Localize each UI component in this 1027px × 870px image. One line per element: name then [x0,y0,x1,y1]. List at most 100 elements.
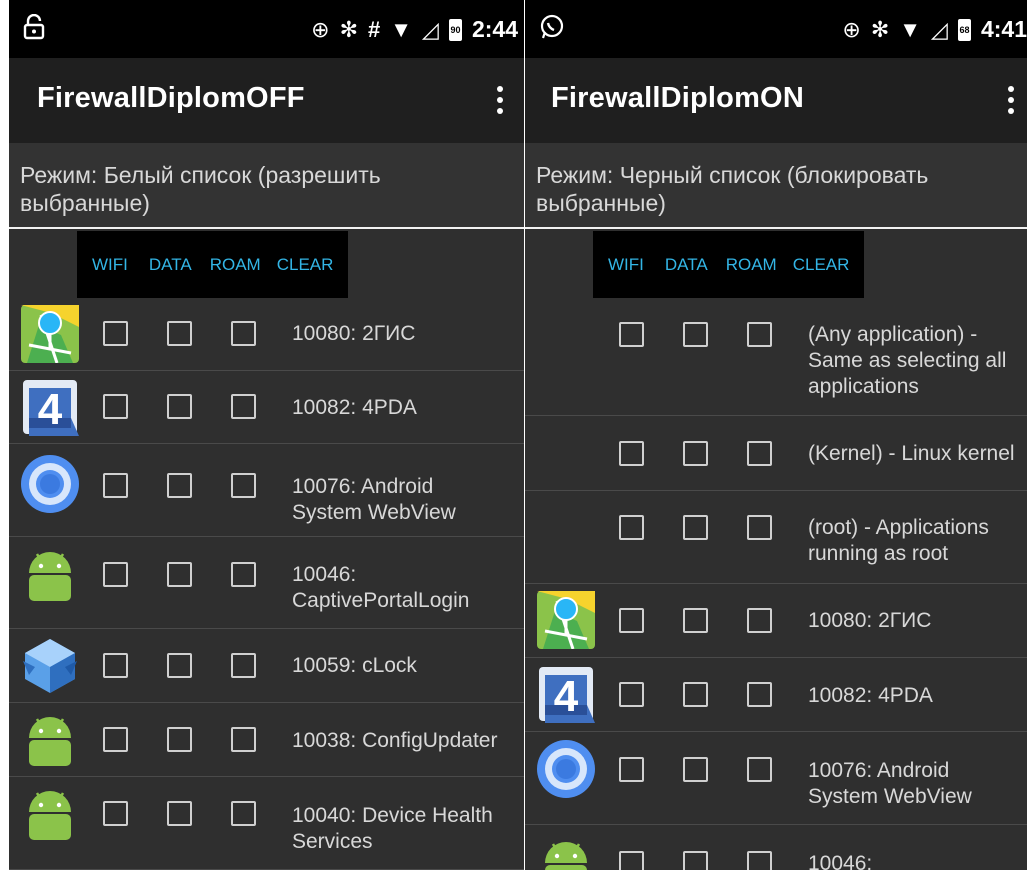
wifi-checkbox[interactable] [619,515,644,540]
wifi-checkbox[interactable] [619,441,644,466]
wifi-checkbox[interactable] [103,562,128,587]
column-wifi[interactable]: WIFI [608,255,644,275]
status-bar: ⊕ ✻ # ▼ ◿ 90 2:44 [9,0,524,58]
status-bar: ⊕ ✻ ▼ ◿ 68 4:41 [525,0,1027,58]
roam-checkbox[interactable] [231,653,256,678]
wifi-checkbox[interactable] [619,608,644,633]
app-row: 10076: Android System WebView [525,732,1027,825]
data-checkbox[interactable] [167,727,192,752]
data-checkbox[interactable] [167,394,192,419]
overflow-menu-icon[interactable] [494,82,506,114]
roam-checkbox[interactable] [231,801,256,826]
data-checkbox[interactable] [167,801,192,826]
android-icon [21,545,79,603]
column-header: WIFI DATA ROAM CLEAR [593,231,864,298]
app-label: (Any application) - Same as selecting al… [808,323,1007,398]
wifi-checkbox[interactable] [103,653,128,678]
app-row: 10046: CaptivePortalLogin [9,537,524,629]
svg-text:4: 4 [38,385,63,434]
clock-cube-icon [21,637,79,695]
data-checkbox[interactable] [167,473,192,498]
lock-icon [23,13,45,47]
roam-checkbox[interactable] [747,515,772,540]
wifi-checkbox[interactable] [619,682,644,707]
signal-icon: ◿ [422,16,439,42]
screen-firewall-on: ⊕ ✻ ▼ ◿ 68 4:41 FirewallDiplomON Режим: … [525,0,1027,870]
roam-checkbox[interactable] [747,757,772,782]
data-checkbox[interactable] [683,682,708,707]
chrome-icon [21,455,79,513]
app-row: 10040: Device Health Services [9,777,524,870]
data-checkbox[interactable] [167,653,192,678]
app-row: (Any application) - Same as selecting al… [525,298,1027,416]
column-wifi[interactable]: WIFI [92,255,128,275]
app-label: 10080: 2ГИС [808,609,932,632]
overflow-menu-icon[interactable] [1005,82,1017,114]
app-row: 4 10082: 4PDA [9,371,524,444]
column-roam[interactable]: ROAM [210,255,261,275]
wifi-checkbox[interactable] [103,321,128,346]
app-label: (Kernel) - Linux kernel [808,442,1015,465]
roam-checkbox[interactable] [231,562,256,587]
wifi-checkbox[interactable] [103,473,128,498]
wifi-checkbox[interactable] [103,801,128,826]
2gis-icon [537,591,595,650]
column-clear[interactable]: CLEAR [793,255,850,275]
roam-checkbox[interactable] [747,608,772,633]
app-label: 10046: [808,852,873,870]
mode-selector[interactable]: Режим: Белый список (разрешить выбранные… [9,143,524,229]
app-title: FirewallDiplomOFF [37,82,305,114]
roam-checkbox[interactable] [231,394,256,419]
data-checkbox[interactable] [167,562,192,587]
data-checkbox[interactable] [683,322,708,347]
roam-checkbox[interactable] [231,727,256,752]
data-checkbox[interactable] [683,441,708,466]
mode-selector[interactable]: Режим: Черный список (блокировать выбран… [525,143,1027,229]
battery-icon: 68 [957,18,971,41]
app-label: 10076: Android System WebView [292,475,456,524]
data-checkbox[interactable] [167,321,192,346]
app-row: 10046: [525,825,1027,870]
clock: 2:44 [471,16,518,42]
wifi-checkbox[interactable] [619,851,644,870]
column-header: WIFI DATA ROAM CLEAR [77,231,348,298]
app-row: 4 10082: 4PDA [525,658,1027,732]
roam-checkbox[interactable] [747,322,772,347]
app-label: (root) - Applications running as root [808,516,989,565]
chrome-icon [537,740,595,798]
roam-checkbox[interactable] [231,321,256,346]
wifi-checkbox[interactable] [619,322,644,347]
app-row: 10080: 2ГИС [525,584,1027,658]
roam-checkbox[interactable] [747,682,772,707]
column-data[interactable]: DATA [149,255,192,275]
column-roam[interactable]: ROAM [726,255,777,275]
app-row: 10059: cLock [9,629,524,703]
clock: 4:41 [980,16,1027,42]
app-label: 10040: Device Health Services [292,804,493,853]
2gis-icon [21,305,79,364]
wifi-icon: ▼ [390,16,413,42]
app-label: 10059: cLock [292,654,417,677]
roam-checkbox[interactable] [747,851,772,870]
data-checkbox[interactable] [683,608,708,633]
wifi-checkbox[interactable] [103,727,128,752]
bluetooth-icon: ✻ [339,16,358,42]
app-bar: FirewallDiplomON [525,58,1027,143]
column-clear[interactable]: CLEAR [277,255,334,275]
app-label: 10076: Android System WebView [808,759,972,808]
data-checkbox[interactable] [683,757,708,782]
app-label: 10038: ConfigUpdater [292,729,498,752]
roam-checkbox[interactable] [231,473,256,498]
app-label: 10082: 4PDA [808,684,933,707]
app-label: 10046: CaptivePortalLogin [292,563,470,612]
app-bar: FirewallDiplomOFF [9,58,524,143]
bluetooth-icon: ✻ [870,16,890,42]
wifi-checkbox[interactable] [103,394,128,419]
app-row: (Kernel) - Linux kernel [525,416,1027,491]
app-row: (root) - Applications running as root [525,491,1027,584]
data-checkbox[interactable] [683,515,708,540]
column-data[interactable]: DATA [665,255,708,275]
wifi-checkbox[interactable] [619,757,644,782]
roam-checkbox[interactable] [747,441,772,466]
data-checkbox[interactable] [683,851,708,870]
